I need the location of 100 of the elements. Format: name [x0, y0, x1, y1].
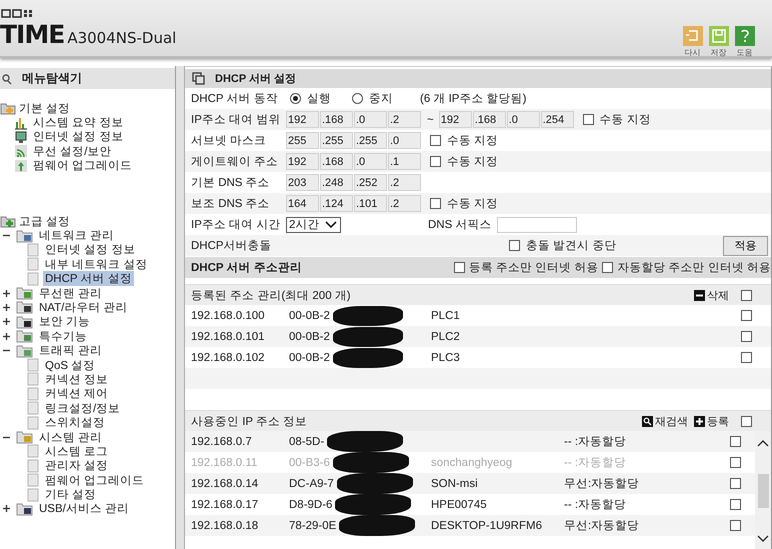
filter-checkbox[interactable]: 등록 주소만 인터넷 허용: [454, 260, 598, 275]
delete-button[interactable]: 삭제: [694, 288, 729, 302]
save-button[interactable]: 저장: [708, 26, 729, 58]
tree-item[interactable]: 인터넷 설정 정보: [0, 130, 175, 144]
tree-item[interactable]: QoS 설정: [0, 358, 175, 372]
tree-item[interactable]: 커넥션 정보: [0, 372, 175, 387]
expand-icon[interactable]: [2, 288, 11, 298]
tree-item[interactable]: NAT/라우터 관리: [0, 300, 175, 315]
ip-octet-field[interactable]: .124: [320, 195, 353, 212]
ip-octet-field[interactable]: 255: [286, 132, 319, 149]
ip-octet-field[interactable]: .101: [354, 195, 387, 212]
folder-icon: [16, 300, 34, 314]
ip-cell-text: 192.168.0.100: [191, 310, 266, 322]
ip-octet-field[interactable]: .168: [320, 153, 353, 170]
tree-item[interactable]: 인터넷 설정 정보: [0, 242, 175, 258]
ip-octet-field[interactable]: .1: [388, 153, 421, 170]
row-checkbox[interactable]: [741, 310, 752, 321]
ip-octet-field[interactable]: .248: [320, 174, 353, 191]
row-checkbox[interactable]: [730, 520, 741, 531]
tree-item[interactable]: 펌웨어 업그레이드: [0, 158, 175, 173]
manual-checkbox[interactable]: 수동 지정: [430, 154, 498, 169]
ip-octet-field[interactable]: .0: [506, 111, 540, 128]
help-button[interactable]: 도움: [734, 26, 755, 58]
row-checkbox[interactable]: [730, 457, 741, 468]
scrollbar[interactable]: [755, 431, 771, 549]
row-checkbox[interactable]: [730, 499, 741, 510]
tree-item[interactable]: 기타 설정: [0, 487, 175, 502]
ip-octet-field[interactable]: 192: [286, 153, 319, 170]
row-checkbox[interactable]: [741, 331, 752, 342]
radio-option[interactable]: 실행: [290, 91, 331, 106]
rescan-button[interactable]: 재검색: [642, 414, 688, 428]
ip-octet-field[interactable]: .0: [388, 132, 421, 149]
ip-octet-field[interactable]: .168: [472, 111, 506, 128]
dns-suffix-field[interactable]: [497, 216, 578, 232]
tree-item[interactable]: 트래픽 관리: [0, 343, 175, 358]
tree-item[interactable]: 링크설정/정보: [0, 401, 175, 416]
manual-checkbox[interactable]: 수동 지정: [430, 133, 498, 148]
expand-icon[interactable]: [2, 332, 11, 341]
ip-octet-field[interactable]: .2: [388, 174, 421, 191]
lease-count-note: (6 개 IP주소 할당됨): [420, 92, 527, 106]
tree-item[interactable]: 내부 네트워크 설정: [0, 257, 175, 272]
expand-icon[interactable]: [2, 317, 11, 326]
tree-item[interactable]: 무선랜 관리: [0, 286, 175, 300]
tree-item[interactable]: 기본 설정: [0, 101, 175, 116]
select-all-checkbox[interactable]: [741, 290, 752, 300]
select-all-checkbox[interactable]: [741, 416, 752, 426]
undo-button[interactable]: 다시: [682, 26, 703, 58]
ip-octet-field[interactable]: .2: [388, 195, 421, 212]
ip-octet-field[interactable]: 203: [286, 174, 319, 191]
tree-item[interactable]: 보안 기능: [0, 314, 175, 330]
type-cell-text: -- :자동할당: [564, 498, 628, 512]
tree-item[interactable]: 무선 설정/보안: [0, 144, 175, 159]
monitor-icon: [14, 130, 28, 144]
tree-item[interactable]: 펌웨어 업그레이드: [0, 472, 175, 488]
section-title: DHCP 서버 주소관리: [191, 261, 303, 275]
expand-icon[interactable]: [2, 302, 11, 312]
ip-octet-field[interactable]: 164: [286, 195, 319, 212]
filter-checkbox[interactable]: 자동할당 주소만 인터넷 허용: [602, 260, 771, 275]
field-label: DNS 서픽스: [428, 218, 492, 232]
row-checkbox[interactable]: [730, 478, 741, 489]
scrollbar-thumb[interactable]: [758, 474, 768, 508]
folder-icon: [16, 502, 34, 516]
chevron-up-icon[interactable]: [757, 439, 769, 447]
tree-item[interactable]: USB/서비스 관리: [0, 502, 175, 516]
tree-item[interactable]: 스위치설정: [0, 415, 175, 430]
tree-item[interactable]: 고급 설정: [0, 214, 175, 228]
radio-option[interactable]: 중지: [352, 91, 393, 106]
manual-checkbox[interactable]: 수동 지정: [430, 196, 498, 211]
page-icon: [26, 416, 40, 430]
ip-octet-field[interactable]: .254: [540, 111, 574, 128]
tree-item[interactable]: 커넥션 제어: [0, 386, 175, 402]
ip-octet-field[interactable]: 192: [286, 111, 319, 128]
ip-octet-field[interactable]: 192: [438, 111, 472, 128]
manual-checkbox[interactable]: 수동 지정: [582, 112, 651, 127]
expand-icon[interactable]: [2, 504, 11, 514]
ip-octet-field[interactable]: .255: [320, 132, 353, 149]
tree-item[interactable]: 시스템 관리: [0, 430, 175, 444]
tree-item[interactable]: 시스템 로그: [0, 444, 175, 459]
apply-button[interactable]: 적용: [723, 236, 768, 256]
ip-octet-field[interactable]: .0: [354, 153, 387, 170]
ip-octet-field[interactable]: .255: [354, 132, 387, 149]
ip-octet-field[interactable]: .0: [354, 111, 387, 128]
page-icon: [26, 444, 40, 458]
tree-item[interactable]: 네트워크 관리: [0, 228, 175, 243]
chevron-down-icon: [325, 220, 337, 228]
chevron-down-icon[interactable]: [757, 535, 769, 543]
help-icon: [734, 26, 754, 46]
tree-item[interactable]: 특수기능: [0, 329, 175, 344]
ip-octet-field[interactable]: .2: [388, 111, 421, 128]
lease-time-select[interactable]: 2시간: [286, 216, 341, 232]
ip-octet-field[interactable]: .252: [354, 174, 387, 191]
minus-icon: [694, 290, 705, 300]
conflict-checkbox[interactable]: 충돌 발견시 중단: [509, 238, 616, 253]
ip-octet-field[interactable]: .168: [320, 111, 353, 128]
page-icon: [26, 358, 40, 372]
row-checkbox[interactable]: [730, 436, 741, 447]
tree-item[interactable]: 관리자 설정: [0, 458, 175, 473]
tree-item[interactable]: 시스템 요약 정보: [0, 115, 175, 130]
row-checkbox[interactable]: [741, 352, 752, 363]
register-button[interactable]: 등록: [694, 414, 729, 428]
